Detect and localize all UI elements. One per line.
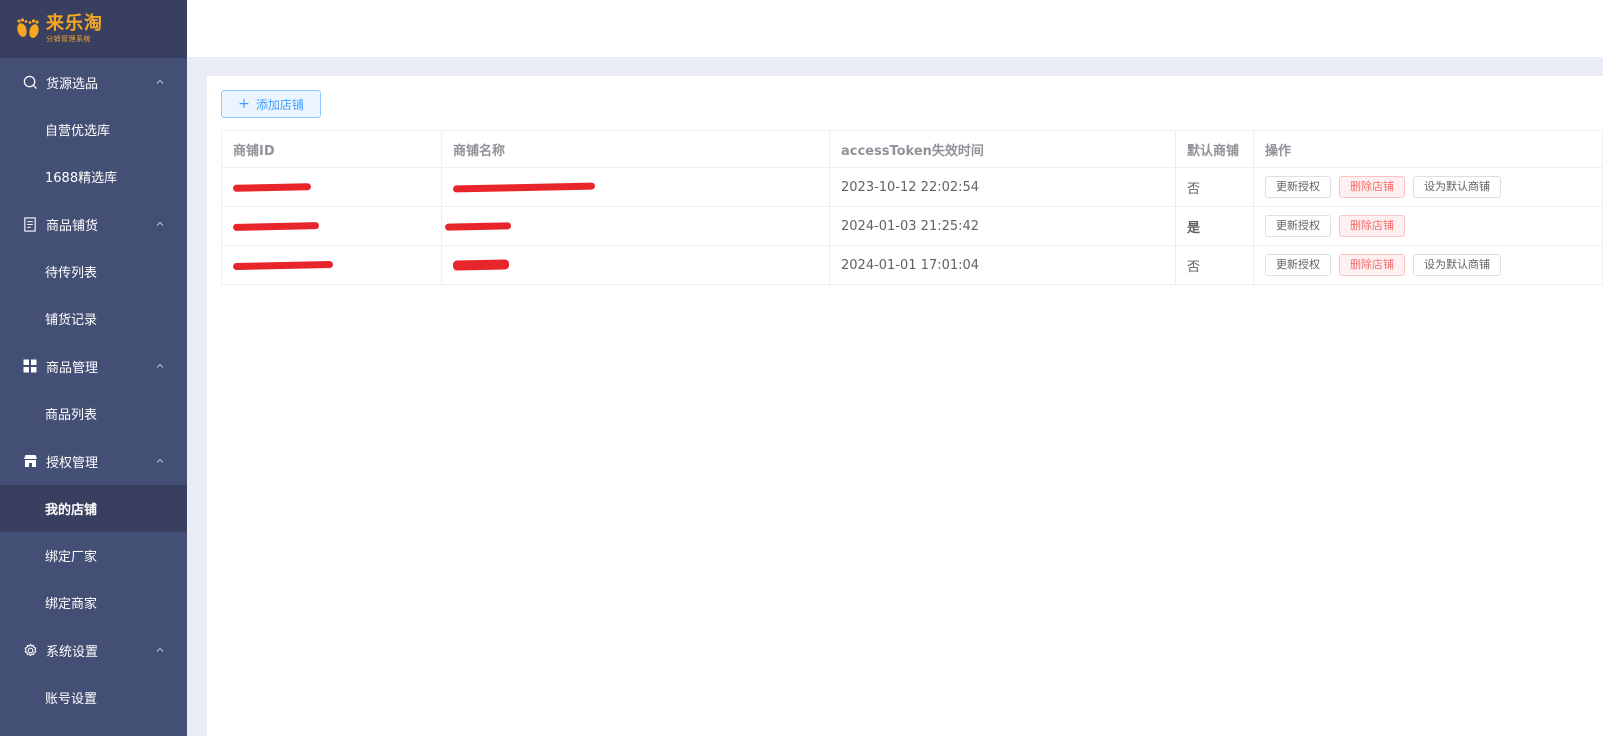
cell-store-id bbox=[221, 167, 442, 207]
cell-default: 否 bbox=[1175, 245, 1254, 285]
menu-group-product-management[interactable]: 商品管理 bbox=[0, 342, 187, 390]
menu-item-distribution-records[interactable]: 铺货记录 bbox=[0, 295, 187, 342]
cell-actions: 更新授权 删除店铺 设为默认商铺 bbox=[1253, 167, 1603, 207]
col-header-actions: 操作 bbox=[1253, 130, 1603, 168]
redaction-mark bbox=[444, 221, 512, 231]
col-header-token-expire: accessToken失效时间 bbox=[829, 130, 1176, 168]
feet-logo-icon bbox=[17, 18, 39, 38]
chevron-up-icon bbox=[155, 645, 165, 655]
menu-item-account-settings[interactable]: 账号设置 bbox=[0, 674, 187, 721]
menu-item-bind-merchant[interactable]: 绑定商家 bbox=[0, 579, 187, 626]
chevron-up-icon bbox=[155, 77, 165, 87]
redaction-mark bbox=[452, 182, 596, 192]
cell-store-name bbox=[441, 206, 830, 246]
menu-group-label: 授权管理 bbox=[46, 455, 99, 471]
delete-store-button[interactable]: 删除店铺 bbox=[1339, 254, 1405, 276]
menu-item-pending-list[interactable]: 待传列表 bbox=[0, 248, 187, 295]
gear-icon bbox=[22, 642, 38, 658]
menu-group-label: 系统设置 bbox=[46, 644, 99, 660]
brand-title: 来乐淘 bbox=[46, 13, 103, 34]
main-content: + 添加店铺 商铺ID 商铺名称 accessToken失效时间 默认商铺 操作… bbox=[207, 76, 1603, 736]
table-header-row: 商铺ID 商铺名称 accessToken失效时间 默认商铺 操作 bbox=[221, 130, 1603, 168]
store-icon bbox=[22, 453, 38, 469]
cell-store-id bbox=[221, 206, 442, 246]
search-icon bbox=[22, 74, 38, 90]
col-header-store-id: 商铺ID bbox=[221, 130, 442, 168]
table-row: 2024-01-03 21:25:42 是 更新授权 删除店铺 bbox=[221, 206, 1603, 246]
cell-default: 是 bbox=[1175, 206, 1254, 246]
cell-store-name bbox=[441, 167, 830, 207]
menu-item-bind-manufacturer[interactable]: 绑定厂家 bbox=[0, 532, 187, 579]
update-auth-button[interactable]: 更新授权 bbox=[1265, 215, 1331, 237]
menu-group-sourcing[interactable]: 货源选品 bbox=[0, 58, 187, 106]
update-auth-button[interactable]: 更新授权 bbox=[1265, 254, 1331, 276]
menu-item-1688-selection[interactable]: 1688精选库 bbox=[0, 153, 187, 200]
logo[interactable]: 来乐淘 分销管理系统 bbox=[0, 0, 187, 58]
cell-token-expire: 2023-10-12 22:02:54 bbox=[829, 167, 1176, 207]
cell-actions: 更新授权 删除店铺 设为默认商铺 bbox=[1253, 245, 1603, 285]
cell-default: 否 bbox=[1175, 167, 1254, 207]
redaction-mark bbox=[232, 221, 320, 231]
redaction-mark bbox=[232, 182, 312, 192]
redaction-mark bbox=[232, 260, 334, 270]
add-store-button[interactable]: + 添加店铺 bbox=[221, 90, 321, 118]
menu-item-product-list[interactable]: 商品列表 bbox=[0, 390, 187, 437]
brand-subtitle: 分销管理系统 bbox=[46, 35, 91, 43]
store-table: 商铺ID 商铺名称 accessToken失效时间 默认商铺 操作 2023-1… bbox=[221, 130, 1603, 285]
top-header bbox=[187, 0, 1603, 57]
cell-store-name bbox=[441, 245, 830, 285]
add-store-label: 添加店铺 bbox=[255, 97, 304, 112]
col-header-store-name: 商铺名称 bbox=[441, 130, 830, 168]
document-icon bbox=[22, 216, 38, 232]
grid-icon bbox=[22, 358, 38, 374]
cell-token-expire: 2024-01-01 17:01:04 bbox=[829, 245, 1176, 285]
table-row: 2023-10-12 22:02:54 否 更新授权 删除店铺 设为默认商铺 bbox=[221, 167, 1603, 207]
menu-group-label: 货源选品 bbox=[46, 76, 99, 92]
menu-group-label: 商品管理 bbox=[46, 360, 99, 376]
chevron-up-icon bbox=[155, 219, 165, 229]
chevron-up-icon bbox=[155, 361, 165, 371]
cell-store-id bbox=[221, 245, 442, 285]
delete-store-button[interactable]: 删除店铺 bbox=[1339, 215, 1405, 237]
menu-group-authorization[interactable]: 授权管理 bbox=[0, 437, 187, 485]
set-default-button[interactable]: 设为默认商铺 bbox=[1413, 176, 1501, 198]
menu-item-my-stores[interactable]: 我的店铺 bbox=[0, 485, 187, 532]
chevron-up-icon bbox=[155, 456, 165, 466]
delete-store-button[interactable]: 删除店铺 bbox=[1339, 176, 1405, 198]
menu-group-distribution[interactable]: 商品铺货 bbox=[0, 200, 187, 248]
cell-token-expire: 2024-01-03 21:25:42 bbox=[829, 206, 1176, 246]
redaction-mark bbox=[452, 259, 510, 271]
plus-icon: + bbox=[238, 96, 250, 112]
menu-group-system-settings[interactable]: 系统设置 bbox=[0, 626, 187, 674]
cell-actions: 更新授权 删除店铺 bbox=[1253, 206, 1603, 246]
table-row: 2024-01-01 17:01:04 否 更新授权 删除店铺 设为默认商铺 bbox=[221, 245, 1603, 285]
sidebar: 来乐淘 分销管理系统 货源选品 自营优选库 1688精选库 商品铺货 待传列表 … bbox=[0, 0, 187, 736]
col-header-default: 默认商铺 bbox=[1175, 130, 1254, 168]
set-default-button[interactable]: 设为默认商铺 bbox=[1413, 254, 1501, 276]
update-auth-button[interactable]: 更新授权 bbox=[1265, 176, 1331, 198]
menu-group-label: 商品铺货 bbox=[46, 218, 99, 234]
menu-item-self-selection[interactable]: 自营优选库 bbox=[0, 106, 187, 153]
